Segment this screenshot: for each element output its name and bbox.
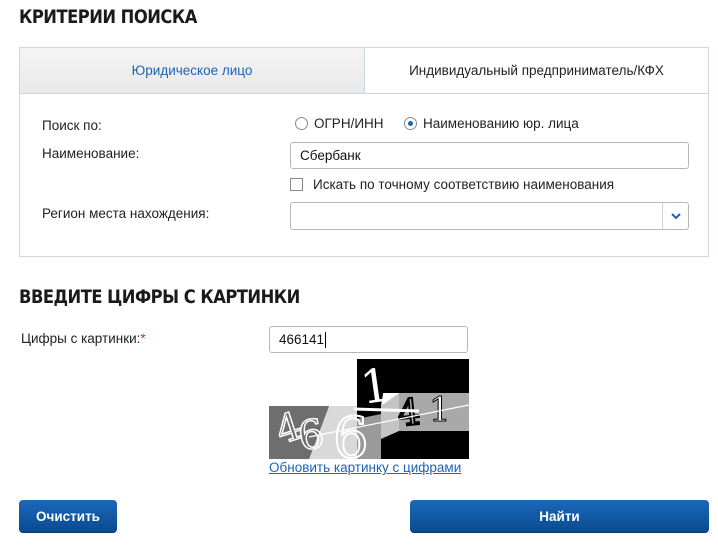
tab-individual-entrepreneur[interactable]: Индивидуальный предприниматель/КФХ <box>365 48 708 94</box>
region-label: Регион места нахождения: <box>42 206 210 221</box>
chevron-down-icon <box>670 212 681 219</box>
radio-name-indicator[interactable] <box>404 117 417 130</box>
search-criteria-title: КРИТЕРИИ ПОИСКА <box>19 6 197 28</box>
find-button[interactable]: Найти <box>410 500 709 533</box>
captcha-input-value: 466141 <box>279 332 325 347</box>
exact-match-label: Искать по точному соответствию наименова… <box>313 177 615 192</box>
text-caret <box>325 332 327 349</box>
captcha-title: ВВЕДИТЕ ЦИФРЫ С КАРТИНКИ <box>19 286 300 308</box>
required-mark: * <box>140 331 146 346</box>
clear-button[interactable]: Очистить <box>19 500 117 533</box>
svg-text:6: 6 <box>333 406 369 459</box>
captcha-image: 4 6 6 1 4 1 <box>269 357 470 472</box>
exact-match-checkbox[interactable] <box>290 178 303 191</box>
radio-ogrn-inn-label: ОГРН/ИНН <box>314 116 384 131</box>
captcha-label-text: Цифры с картинки: <box>21 331 141 346</box>
radio-ogrn-inn[interactable]: ОГРН/ИНН <box>295 116 384 131</box>
svg-text:4: 4 <box>395 392 422 435</box>
radio-name-label: Наименованию юр. лица <box>423 116 579 131</box>
name-label: Наименование: <box>42 146 140 161</box>
captcha-picture: 4 6 6 1 4 1 <box>269 357 470 472</box>
exact-match-checkbox-row[interactable]: Искать по точному соответствию наименова… <box>290 177 614 192</box>
region-select[interactable] <box>290 202 689 230</box>
region-select-arrow[interactable] <box>662 203 688 229</box>
name-input[interactable]: Сбербанк <box>290 142 689 169</box>
search-by-label: Поиск по: <box>42 118 102 133</box>
tab-legal-entity[interactable]: Юридическое лицо <box>20 48 365 94</box>
captcha-label: Цифры с картинки:* <box>21 331 146 346</box>
radio-ogrn-inn-indicator[interactable] <box>295 117 308 130</box>
radio-name[interactable]: Наименованию юр. лица <box>404 116 579 131</box>
refresh-captcha-link[interactable]: Обновить картинку с цифрами <box>269 460 461 475</box>
svg-text:1: 1 <box>429 390 451 430</box>
captcha-input[interactable]: 466141 <box>269 326 468 353</box>
